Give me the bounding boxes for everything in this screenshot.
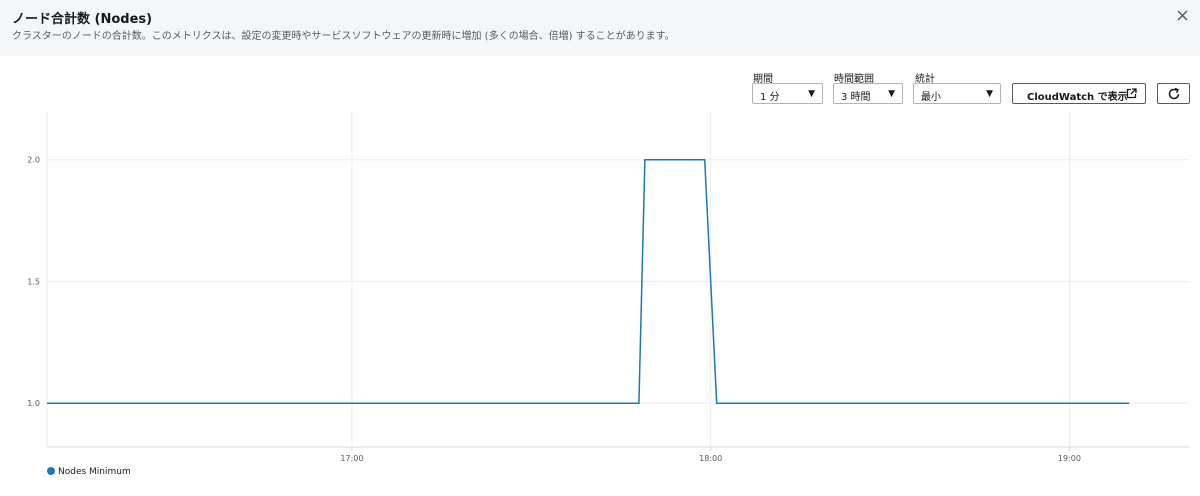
period-select[interactable]: 1 分 ▼ xyxy=(752,83,823,104)
time-range-select[interactable]: 3 時間 ▼ xyxy=(833,83,903,104)
y-tick-label: 1.5 xyxy=(27,277,40,286)
statistic-value: 最小 xyxy=(921,92,941,103)
caret-down-icon: ▼ xyxy=(986,89,993,99)
caret-down-icon: ▼ xyxy=(888,89,895,99)
cloudwatch-button-label: CloudWatch で表示 xyxy=(1027,92,1128,103)
period-value: 1 分 xyxy=(760,92,780,103)
legend-label: Nodes Minimum xyxy=(58,467,131,477)
x-tick-label: 19:00 xyxy=(1058,454,1081,463)
legend-swatch xyxy=(47,467,55,475)
x-tick-label: 18:00 xyxy=(699,454,722,463)
chart-legend: Nodes Minimum xyxy=(47,467,131,477)
view-in-cloudwatch-button[interactable]: CloudWatch で表示 xyxy=(1012,83,1146,104)
time-range-value: 3 時間 xyxy=(841,92,871,103)
panel-description: クラスターのノードの合計数。このメトリクスは、設定の変更時やサービスソフトウェア… xyxy=(12,31,675,42)
panel-title: ノード合計数 (Nodes) xyxy=(12,12,153,27)
statistic-select[interactable]: 最小 ▼ xyxy=(913,83,1001,104)
caret-down-icon: ▼ xyxy=(808,89,815,99)
refresh-icon xyxy=(1168,87,1180,100)
x-tick-label: 17:00 xyxy=(340,454,363,463)
y-tick-label: 1.0 xyxy=(27,399,40,408)
y-tick-label: 2.0 xyxy=(27,156,40,165)
close-icon[interactable] xyxy=(1174,7,1192,25)
panel-header: ノード合計数 (Nodes) クラスターのノードの合計数。このメトリクスは、設定… xyxy=(0,0,1200,56)
external-link-icon xyxy=(1126,88,1137,99)
nodes-chart: 1.0 1.5 2.0 17:00 18:00 19:00 xyxy=(27,111,1189,463)
refresh-button[interactable] xyxy=(1157,83,1190,104)
